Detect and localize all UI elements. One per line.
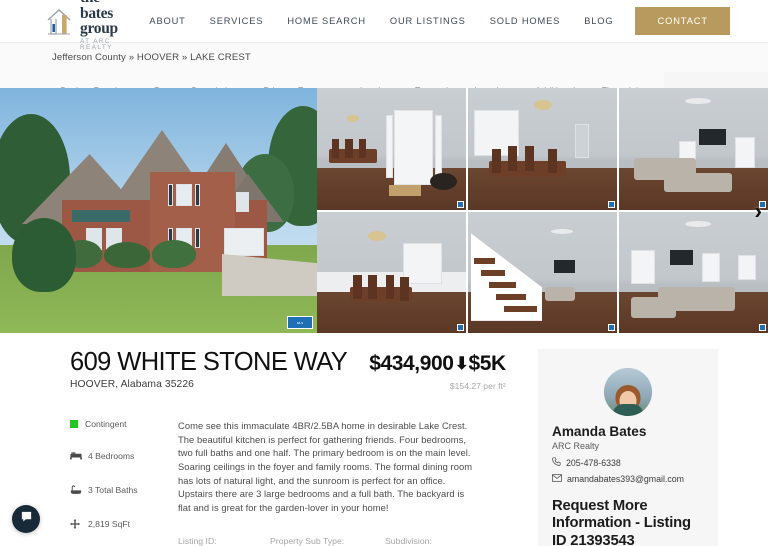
- thumbnail-grid: ›: [317, 88, 768, 333]
- breadcrumb[interactable]: Jefferson County » HOOVER » LAKE CREST: [0, 52, 768, 63]
- price-block: $434,900 ⬇ $5K $154.27 per ft²: [369, 349, 506, 391]
- city-state-zip: HOOVER, Alabama 35226: [70, 378, 195, 390]
- site-logo[interactable]: the bates group AT ARC REALTY: [45, 0, 123, 52]
- description-column: Come see this immaculate 4BR/2.5BA home …: [178, 419, 478, 546]
- meta-sub-type-label: Property Sub Type:: [270, 536, 345, 546]
- page-title: 609 WHITE STONE WAY: [70, 348, 348, 376]
- feature-bedrooms: 4 Bedrooms: [70, 451, 178, 461]
- thumbnail-photo-1[interactable]: [317, 88, 466, 210]
- meta-subdivision-label: Subdivision:: [385, 536, 432, 546]
- contact-button[interactable]: CONTACT: [635, 7, 730, 35]
- price: $434,900 ⬇ $5K: [369, 352, 506, 376]
- feature-baths: 3 Total Baths: [70, 485, 178, 495]
- request-info-title: Request More Information - Listing ID 21…: [552, 498, 691, 546]
- agent-company: ARC Realty: [552, 441, 600, 451]
- meta-subdivision: Subdivision: LAKE CREST: [385, 536, 477, 546]
- photo-gallery: MLS ›: [0, 88, 768, 333]
- nav-services[interactable]: SERVICES: [210, 16, 264, 26]
- status-label: Contingent: [85, 419, 127, 429]
- agent-phone-value: 205-478-6338: [566, 457, 621, 468]
- feature-sqft-label: 2,819 SqFt: [88, 519, 131, 529]
- meta-listing-id-label: Listing ID:: [178, 536, 217, 546]
- mls-badge: [608, 324, 615, 331]
- nav-blog[interactable]: BLOG: [584, 16, 613, 26]
- site-header: the bates group AT ARC REALTY ABOUT SERV…: [0, 0, 768, 51]
- agent-card: Amanda Bates ARC Realty 205-478-6338 ama…: [538, 349, 718, 546]
- thumbnail-photo-5[interactable]: [468, 211, 617, 333]
- status-badge: Contingent: [70, 419, 178, 429]
- feature-list: Contingent 4 Bedrooms 3 Total Baths 2,81…: [70, 419, 178, 546]
- chat-widget-button[interactable]: [12, 505, 40, 533]
- status-square-icon: [70, 420, 78, 428]
- agent-email[interactable]: amandabates393@gmail.com: [552, 474, 704, 484]
- area-icon: [70, 519, 81, 529]
- price-value: $434,900: [369, 352, 454, 375]
- thumbnail-photo-4[interactable]: [317, 211, 466, 333]
- email-icon: [552, 474, 562, 484]
- listing-details: 609 WHITE STONE WAY HOOVER, Alabama 3522…: [0, 349, 520, 546]
- phone-icon: [552, 457, 561, 468]
- listing-page: the bates group AT ARC REALTY ABOUT SERV…: [0, 0, 768, 546]
- price-drop-amount: $5K: [468, 352, 506, 375]
- price-drop-arrow-icon: ⬇: [454, 354, 469, 373]
- meta-sub-type: Property Sub Type: Single Family: [270, 536, 385, 546]
- meta-listing-id: Listing ID: 21393543: [178, 536, 270, 546]
- bed-icon: [70, 451, 82, 461]
- listing-meta: Listing ID: 21393543 Property Sub Type: …: [178, 536, 478, 546]
- property-description: Come see this immaculate 4BR/2.5BA home …: [178, 420, 473, 513]
- next-photo-arrow[interactable]: ›: [754, 199, 762, 222]
- mls-badge: [457, 200, 464, 208]
- nav-about[interactable]: ABOUT: [149, 16, 185, 26]
- feature-bedrooms-label: 4 Bedrooms: [88, 451, 135, 461]
- price-per-sqft: $154.27 per ft²: [449, 381, 506, 391]
- hero-photo[interactable]: MLS: [0, 88, 317, 333]
- mls-badge: [759, 324, 766, 331]
- mls-badge: [608, 200, 615, 208]
- avatar: [604, 368, 652, 416]
- agent-phone[interactable]: 205-478-6338: [552, 457, 704, 468]
- thumbnail-photo-2[interactable]: [468, 88, 617, 210]
- feature-sqft: 2,819 SqFt: [70, 519, 178, 529]
- mls-badge: MLS: [287, 316, 313, 329]
- thumbnail-photo-3[interactable]: [619, 88, 768, 210]
- chat-bubble-icon: [20, 510, 33, 528]
- nav-home-search[interactable]: HOME SEARCH: [287, 16, 366, 26]
- logo-title: the bates group: [80, 0, 118, 38]
- title-row: 609 WHITE STONE WAY HOOVER, Alabama 3522…: [70, 349, 520, 391]
- nav-sold-homes[interactable]: SOLD HOMES: [490, 16, 561, 26]
- mls-badge: [457, 324, 464, 331]
- bath-icon: [70, 485, 82, 495]
- agent-email-value: amandabates393@gmail.com: [567, 474, 685, 484]
- agent-name: Amanda Bates: [552, 424, 647, 439]
- main-nav: ABOUT SERVICES HOME SEARCH OUR LISTINGS …: [149, 16, 613, 26]
- logo-subtitle: AT ARC REALTY: [80, 37, 113, 52]
- facts-row: Contingent 4 Bedrooms 3 Total Baths 2,81…: [70, 419, 520, 546]
- feature-baths-label: 3 Total Baths: [88, 485, 138, 495]
- nav-our-listings[interactable]: OUR LISTINGS: [390, 16, 466, 26]
- listing-content: 609 WHITE STONE WAY HOOVER, Alabama 3522…: [0, 333, 768, 546]
- house-logo-icon: [45, 6, 73, 36]
- thumbnail-photo-6[interactable]: [619, 211, 768, 333]
